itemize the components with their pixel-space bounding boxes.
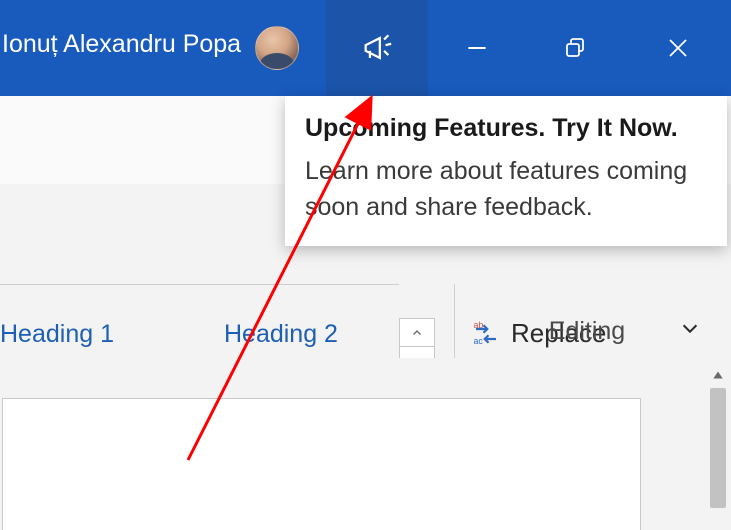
style-heading-1[interactable]: Heading 1 [0, 320, 114, 349]
triangle-up-icon [711, 368, 725, 382]
divider [0, 284, 399, 285]
document-area [0, 358, 731, 530]
user-avatar[interactable] [255, 26, 299, 70]
upcoming-features-tooltip: Upcoming Features. Try It Now. Learn mor… [285, 96, 727, 246]
vertical-scrollbar[interactable] [707, 364, 729, 530]
minimize-icon [464, 35, 490, 61]
user-name-label: Ionuț Alexandru Popa [2, 30, 241, 59]
editing-group-expand[interactable] [679, 317, 701, 344]
restore-icon [563, 36, 587, 60]
document-page[interactable] [2, 398, 641, 530]
style-heading-2[interactable]: Heading 2 [224, 320, 338, 349]
upcoming-features-button[interactable] [326, 0, 428, 96]
window-restore-button[interactable] [526, 0, 624, 96]
chevron-up-icon [411, 327, 423, 339]
scroll-thumb[interactable] [710, 388, 726, 508]
chevron-down-icon [679, 317, 701, 339]
styles-gallery: Heading 1 Heading 2 [0, 320, 338, 349]
megaphone-icon [360, 31, 394, 65]
scroll-up-button[interactable] [707, 364, 729, 386]
tooltip-body: Learn more about features coming soon an… [305, 153, 707, 226]
editing-group: ab ac Replace Select Editing [454, 284, 719, 358]
tooltip-title: Upcoming Features. Try It Now. [305, 114, 707, 143]
window-close-button[interactable] [624, 0, 731, 96]
titlebar: Ionuț Alexandru Popa [0, 0, 731, 96]
window-minimize-button[interactable] [428, 0, 526, 96]
close-icon [666, 36, 690, 60]
gallery-scroll-up-button[interactable] [400, 319, 434, 347]
